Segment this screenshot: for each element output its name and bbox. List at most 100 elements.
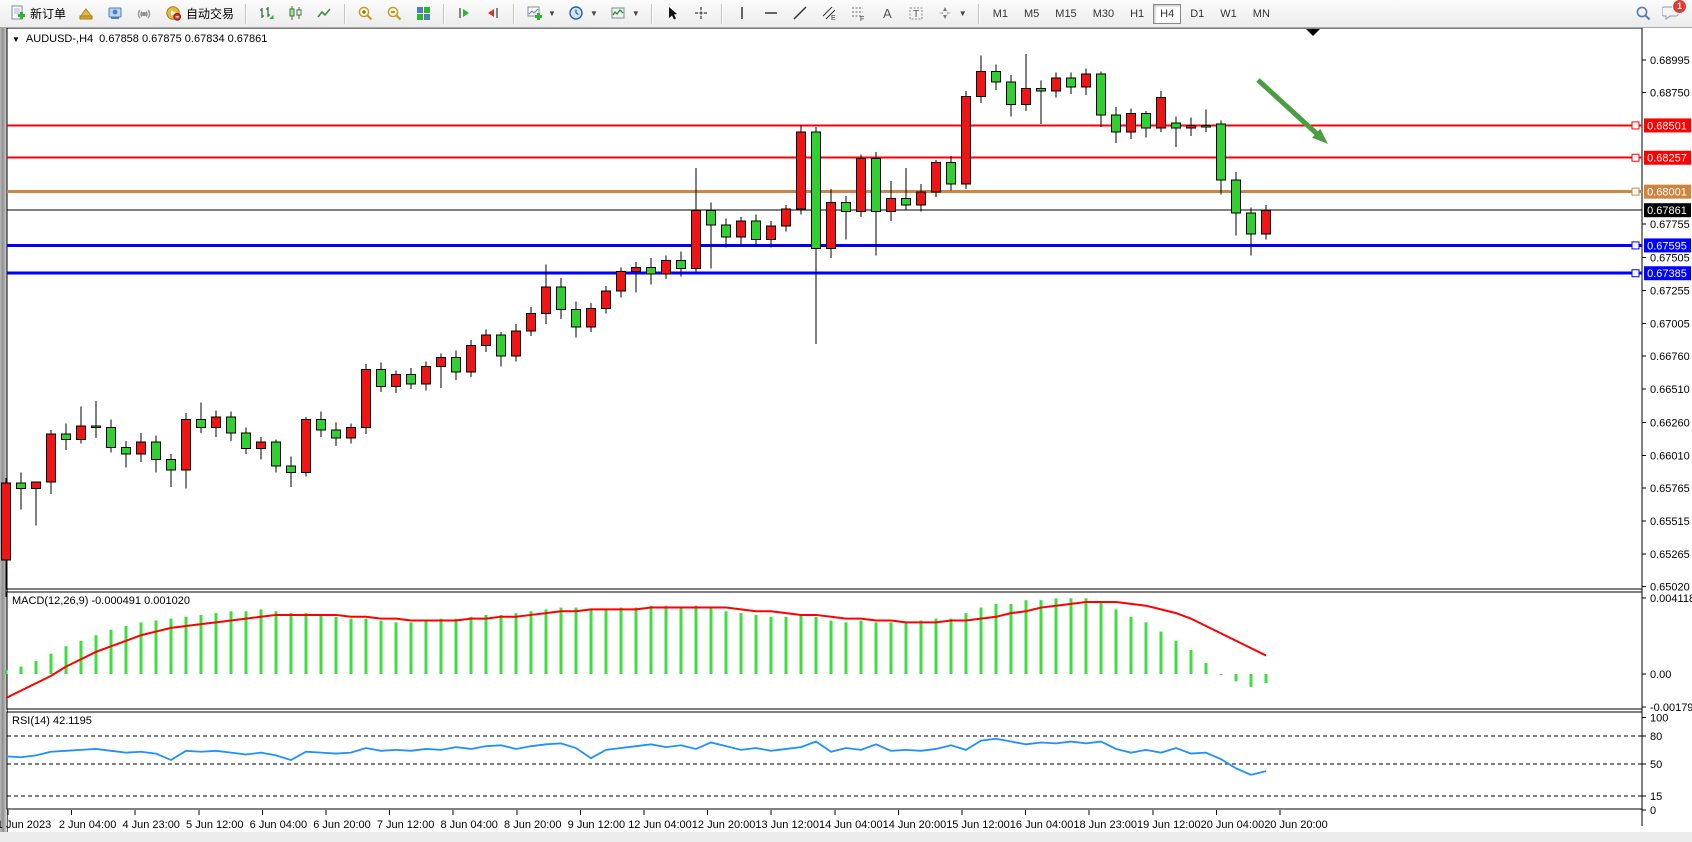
- main-toolbar: 新订单 自动交易: [0, 0, 1692, 28]
- timeframe-d1[interactable]: D1: [1183, 4, 1211, 24]
- macd-histogram-bar: [380, 620, 383, 674]
- macd-histogram-bar: [935, 619, 938, 674]
- bar-chart-button[interactable]: [253, 2, 280, 25]
- candle-body: [887, 198, 896, 211]
- toolbar-separator: [513, 4, 515, 24]
- macd-histogram-bar: [5, 670, 8, 674]
- candle-body: [752, 221, 761, 240]
- macd-histogram-bar: [905, 622, 908, 674]
- timeframe-w1[interactable]: W1: [1213, 4, 1244, 24]
- candle-body: [467, 345, 476, 371]
- tile-windows-button[interactable]: [410, 2, 437, 25]
- line-chart-button[interactable]: [311, 2, 338, 25]
- new-chart-dropdown[interactable]: ▼: [521, 2, 561, 25]
- vertical-line-button[interactable]: [729, 2, 756, 25]
- collapse-triangle-icon: ▼: [12, 35, 20, 44]
- crosshair-button[interactable]: [688, 2, 715, 25]
- tile-windows-icon: [415, 5, 432, 22]
- indicators-dropdown[interactable]: ▼: [605, 2, 645, 25]
- zoom-out-button[interactable]: [381, 2, 408, 25]
- candle-body: [497, 335, 506, 356]
- macd-histogram-bar: [695, 606, 698, 674]
- macd-histogram-bar: [545, 609, 548, 674]
- candle-body: [557, 287, 566, 310]
- price-tick-label: 0.65265: [1650, 549, 1690, 561]
- toolbar-separator: [443, 4, 445, 24]
- equidistant-channel-button[interactable]: E: [816, 2, 843, 25]
- text-label-button[interactable]: T: [903, 2, 930, 25]
- macd-indicator-label: MACD(12,26,9) -0.000491 0.001020: [12, 595, 190, 607]
- time-axis-label: 6 Jun 20:00: [313, 819, 371, 831]
- cursor-button[interactable]: [659, 2, 686, 25]
- timeframe-m15[interactable]: M15: [1048, 4, 1083, 24]
- level-line-handle: [1632, 270, 1639, 277]
- auto-scroll-button[interactable]: [451, 2, 478, 25]
- price-tick-label: 0.67505: [1650, 252, 1690, 264]
- candle-body: [722, 225, 731, 237]
- zoom-in-button[interactable]: [352, 2, 379, 25]
- new-order-button[interactable]: 新订单: [4, 2, 71, 25]
- price-tick-label: 0.65765: [1650, 483, 1690, 495]
- macd-histogram-bar: [665, 606, 668, 674]
- level-line-handle: [1632, 188, 1639, 195]
- macd-histogram-bar: [1100, 602, 1103, 674]
- time-axis-label: 19 Jun 12:00: [1137, 819, 1201, 831]
- timeframe-h1[interactable]: H1: [1123, 4, 1151, 24]
- candle-body: [692, 210, 701, 268]
- candle-body: [47, 434, 56, 482]
- horizontal-line-icon: [763, 5, 780, 22]
- periods-dropdown[interactable]: ▼: [563, 2, 603, 25]
- price-tick-label: 0.66760: [1650, 351, 1690, 363]
- chevron-down-icon: ▼: [959, 9, 967, 18]
- new-order-label: 新订单: [30, 5, 66, 22]
- timeframe-h4[interactable]: H4: [1153, 4, 1181, 24]
- toolbar-separator: [721, 4, 723, 24]
- candle-body: [587, 308, 596, 327]
- candle-body: [1262, 210, 1271, 234]
- chart-shift-button[interactable]: [480, 2, 507, 25]
- trendline-button[interactable]: [787, 2, 814, 25]
- candle-body: [347, 428, 356, 439]
- macd-histogram-bar: [890, 622, 893, 674]
- toolbar-separator: [344, 4, 346, 24]
- candle-body: [2, 483, 11, 560]
- macd-histogram-bar: [875, 622, 878, 674]
- candle-body: [1217, 124, 1226, 180]
- horizontal-line-button[interactable]: [758, 2, 785, 25]
- signals-button[interactable]: [131, 2, 158, 25]
- macd-histogram-bar: [1040, 600, 1043, 674]
- candle-body: [242, 433, 251, 449]
- navigator-button[interactable]: [102, 2, 129, 25]
- candle-body: [422, 367, 431, 384]
- candle-body: [107, 428, 116, 448]
- auto-trading-button[interactable]: 自动交易: [160, 2, 239, 25]
- level-line-handle: [1632, 154, 1639, 161]
- macd-histogram-bar: [1190, 650, 1193, 674]
- chart-ohlc-values: 0.67858 0.67875 0.67834 0.67861: [99, 33, 267, 45]
- macd-tick-label: 0.00: [1650, 669, 1671, 681]
- time-axis-label: 2 Jun 04:00: [59, 819, 117, 831]
- price-tick-label: 0.67005: [1650, 319, 1690, 331]
- candlestick-chart-button[interactable]: [282, 2, 309, 25]
- zoom-in-icon: [357, 5, 374, 22]
- chat-button[interactable]: 1: [1662, 4, 1680, 24]
- macd-histogram-bar: [515, 613, 518, 674]
- candle-body: [767, 226, 776, 239]
- search-icon[interactable]: [1635, 5, 1652, 22]
- macd-histogram-bar: [725, 611, 728, 674]
- candle-body: [482, 335, 491, 346]
- timeframe-mn[interactable]: MN: [1246, 4, 1277, 24]
- macd-histogram-bar: [95, 635, 98, 674]
- chart-area[interactable]: 0.689950.687500.677550.675050.672550.670…: [0, 28, 1692, 842]
- arrows-dropdown[interactable]: ▼: [932, 2, 972, 25]
- fibonacci-button[interactable]: F: [845, 2, 872, 25]
- candle-body: [812, 132, 821, 249]
- timeframe-m1[interactable]: M1: [986, 4, 1015, 24]
- text-button[interactable]: A: [874, 2, 901, 25]
- indicators-icon: [610, 5, 627, 22]
- market-watch-button[interactable]: [73, 2, 100, 25]
- timeframe-m5[interactable]: M5: [1017, 4, 1046, 24]
- macd-histogram-bar: [620, 608, 623, 674]
- zoom-out-icon: [386, 5, 403, 22]
- timeframe-m30[interactable]: M30: [1086, 4, 1121, 24]
